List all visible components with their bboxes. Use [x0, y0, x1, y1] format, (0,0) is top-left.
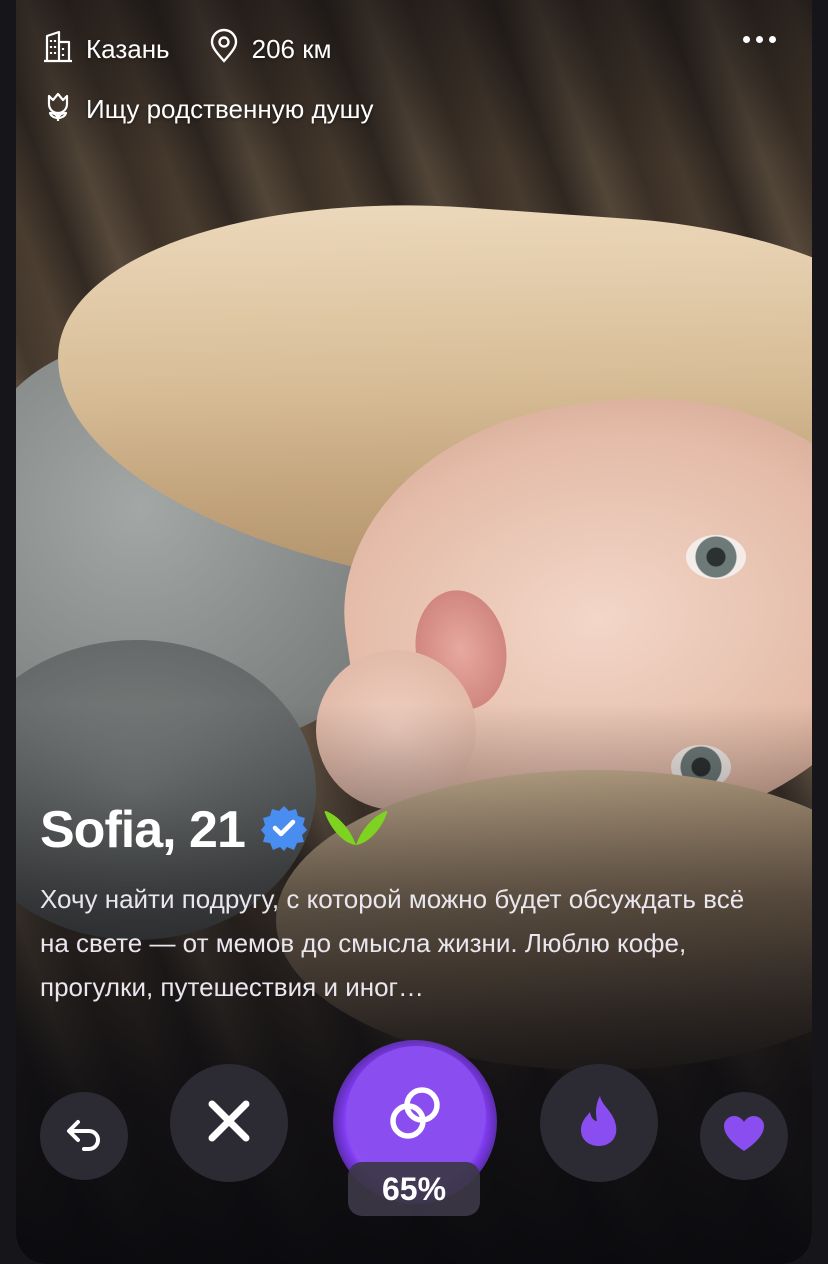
more-dots-icon[interactable]: [737, 30, 782, 49]
goal-row: Ищу родственную душу: [40, 88, 373, 131]
distance-label: 206 км: [251, 34, 332, 64]
heart-icon: [723, 1115, 765, 1158]
dislike-button[interactable]: [170, 1064, 288, 1182]
location-pin-icon: [206, 28, 242, 71]
location-row: Казань 206 км: [40, 28, 331, 71]
close-icon: [204, 1096, 254, 1151]
rings-icon: [383, 1081, 449, 1152]
match-percent-badge: 65%: [348, 1162, 480, 1216]
verified-badge-icon: [259, 803, 309, 858]
action-bar: 65%: [0, 1040, 828, 1264]
superlike-button[interactable]: [540, 1064, 658, 1182]
undo-button[interactable]: [40, 1092, 128, 1180]
butterfly-icon: [323, 807, 389, 854]
undo-arrow-icon: [62, 1112, 106, 1161]
flame-icon: [576, 1094, 622, 1153]
like-button[interactable]: [700, 1092, 788, 1180]
goal-label: Ищу родственную душу: [86, 94, 374, 124]
profile-bio: Хочу найти подругу, с которой можно буде…: [40, 884, 745, 1002]
name-row: Sofia, 21: [40, 800, 389, 860]
building-icon: [40, 28, 76, 71]
flower-icon: [40, 88, 76, 131]
city-label: Казань: [86, 34, 170, 64]
profile-name-age: Sofia, 21: [40, 801, 246, 859]
